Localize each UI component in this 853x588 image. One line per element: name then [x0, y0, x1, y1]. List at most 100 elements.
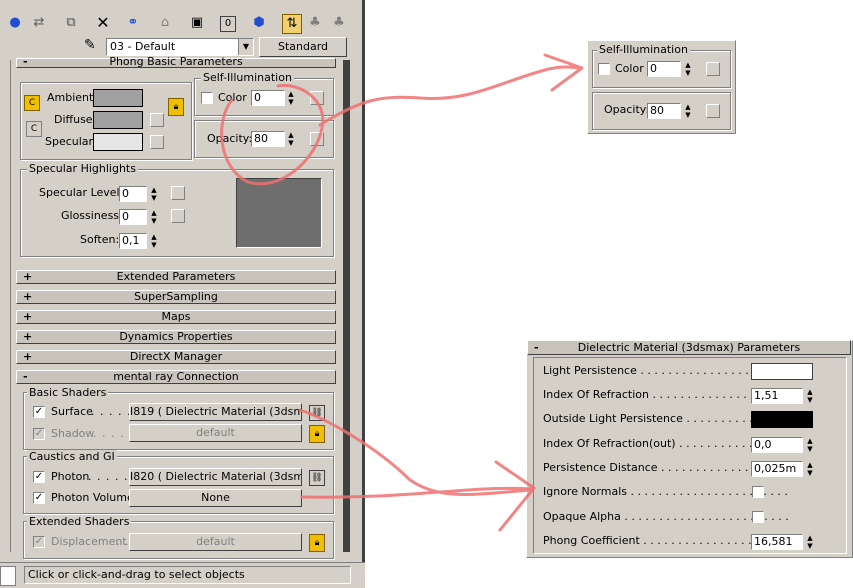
specular-map-button[interactable]	[150, 135, 164, 149]
shadow-shader-button[interactable]: default	[129, 424, 302, 442]
opaque-alpha-checkbox[interactable]	[752, 511, 764, 523]
show-map-icon[interactable]: 0	[220, 16, 236, 32]
rollout-mental-ray-connection[interactable]: - mental ray Connection	[16, 370, 336, 384]
ambient-label: Ambient:	[47, 91, 98, 104]
opacity-label: Opacity:	[207, 132, 253, 145]
soften-label: Soften:	[80, 233, 120, 246]
rollout-phong-basic[interactable]: - Phong Basic Parameters	[16, 55, 336, 68]
opacity-map-button[interactable]	[310, 132, 324, 146]
ignore-normals-checkbox[interactable]	[752, 486, 764, 498]
go-parent-icon[interactable]: ⇅	[282, 14, 302, 34]
scrollbar[interactable]	[343, 60, 350, 552]
photon-volume-checkbox[interactable]: ✓	[33, 492, 45, 504]
assign-material-icon[interactable]: ⧉	[62, 14, 80, 32]
zoom-opacity-arrows[interactable]: ▲ ▼	[683, 103, 693, 119]
material-effects-icon[interactable]: ▣	[188, 14, 206, 32]
zoom-opacity-map-button[interactable]	[706, 104, 720, 118]
rollout-extended-parameters[interactable]: + Extended Parameters	[16, 270, 336, 284]
get-material-icon[interactable]: ●	[6, 14, 24, 32]
dielectric-rollout-header[interactable]: - Dielectric Material (3dsmax) Parameter…	[527, 340, 851, 355]
photon-shader-button[interactable]: I820 ( Dielectric Material (3dsmax) )	[129, 468, 302, 486]
highlight-curve-preview	[236, 178, 322, 248]
photon-checkbox[interactable]: ✓	[33, 471, 45, 483]
eyedropper-icon[interactable]: ✎	[84, 37, 96, 53]
rollout-dynamics-properties[interactable]: + Dynamics Properties	[16, 330, 336, 344]
persistence-distance-label: Persistence Distance . . . . . . . . . .…	[543, 461, 777, 474]
self-illum-spinner-arrows[interactable]: ▲ ▼	[286, 90, 296, 106]
diffuse-map-button[interactable]	[150, 113, 164, 127]
photon-volume-button[interactable]: None	[129, 489, 302, 507]
self-illum-value[interactable]: 0	[251, 90, 285, 106]
rollout-phong-title: Phong Basic Parameters	[109, 55, 243, 68]
zoom-color-checkbox[interactable]	[598, 63, 610, 75]
displacement-lock-icon[interactable]: 🔒︎	[309, 534, 325, 552]
zoom-opacity-value[interactable]: 80	[647, 103, 681, 119]
shadow-checkbox[interactable]: ✓	[33, 428, 45, 440]
make-unique-icon[interactable]: ⚭	[124, 14, 142, 32]
diffuse-lock-button[interactable]: C	[26, 121, 42, 137]
shadow-lock-icon[interactable]: 🔒︎	[309, 425, 325, 443]
persistence-distance-arrows[interactable]: ▲ ▼	[805, 461, 815, 477]
specular-swatch[interactable]	[93, 133, 143, 151]
lock-icon[interactable]: 🔒︎	[168, 98, 184, 116]
diffuse-swatch[interactable]	[93, 111, 143, 129]
self-illum-color-checkbox[interactable]	[201, 92, 213, 104]
background-icon[interactable]: ⬢	[250, 14, 268, 32]
ior-value[interactable]: 1,51	[751, 388, 803, 404]
phong-coefficient-label: Phong Coefficient . . . . . . . . . . . …	[543, 534, 780, 547]
status-text: Click or click-and-drag to select object…	[28, 568, 245, 581]
outside-light-persistence-swatch[interactable]	[751, 411, 813, 428]
soften-arrows[interactable]: ▲ ▼	[149, 233, 159, 249]
surface-checkbox[interactable]: ✓	[33, 406, 45, 418]
chevron-down-icon[interactable]: ▼	[238, 39, 253, 55]
self-illum-map-button[interactable]	[310, 91, 324, 105]
glossiness-value[interactable]: 0	[119, 209, 147, 225]
outside-light-persistence-label: Outside Light Persistence . . . . . . . …	[543, 412, 781, 425]
go-forward-icon[interactable]: ♣	[306, 14, 324, 32]
material-name-field[interactable]: 03 - Default ▼	[106, 38, 254, 56]
light-persistence-label: Light Persistence . . . . . . . . . . . …	[543, 364, 763, 377]
diffuse-label: Diffuse:	[54, 113, 97, 126]
rollout-supersampling[interactable]: + SuperSampling	[16, 290, 336, 304]
persistence-distance-value[interactable]: 0,025m	[751, 461, 803, 477]
rollout-directx-manager[interactable]: + DirectX Manager	[16, 350, 336, 364]
glossiness-arrows[interactable]: ▲ ▼	[149, 209, 159, 225]
put-material-icon[interactable]: ⇄	[30, 14, 48, 32]
specular-level-arrows[interactable]: ▲ ▼	[149, 186, 159, 202]
displacement-shader-button[interactable]: default	[129, 533, 302, 551]
specular-level-label: Specular Level:	[39, 186, 124, 199]
specular-level-map-button[interactable]	[171, 186, 185, 200]
specular-level-value[interactable]: 0	[119, 186, 147, 202]
phong-coefficient-arrows[interactable]: ▲ ▼	[805, 534, 815, 550]
glossiness-map-button[interactable]	[171, 209, 185, 223]
ambient-lock-button[interactable]: C	[24, 95, 40, 111]
ior-arrows[interactable]: ▲ ▼	[805, 388, 815, 404]
opacity-value[interactable]: 80	[251, 131, 285, 147]
zoom-color-map-button[interactable]	[706, 62, 720, 76]
caustics-gi-title: Caustics and GI	[27, 450, 117, 464]
zoom-color-arrows[interactable]: ▲ ▼	[683, 61, 693, 77]
opacity-spinner-arrows[interactable]: ▲ ▼	[286, 131, 296, 147]
sample-uv-icon[interactable]: ♣	[330, 14, 348, 32]
surface-lock-icon[interactable]: ⛓	[309, 405, 325, 421]
rollout-maps[interactable]: + Maps	[16, 310, 336, 324]
light-persistence-swatch[interactable]	[751, 363, 813, 380]
ior-label: Index Of Refraction . . . . . . . . . . …	[543, 388, 768, 401]
ior-out-value[interactable]: 0,0	[751, 437, 803, 453]
material-type-button[interactable]: Standard	[259, 37, 347, 57]
photon-label: Photon	[51, 470, 90, 483]
phong-coefficient-value[interactable]: 16,581	[751, 534, 803, 550]
zoom-color-value[interactable]: 0	[647, 61, 681, 77]
ambient-swatch[interactable]	[93, 89, 143, 107]
specular-label: Specular:	[45, 135, 97, 148]
ior-out-label: Index Of Refraction(out) . . . . . . . .…	[543, 437, 781, 450]
zoom-color-label: Color	[615, 62, 644, 75]
soften-value[interactable]: 0,1	[119, 233, 147, 249]
put-library-icon[interactable]: ⌂	[156, 14, 174, 32]
reset-icon[interactable]: ✕	[94, 14, 112, 32]
displacement-checkbox[interactable]: ✓	[33, 536, 45, 548]
surface-shader-button[interactable]: I819 ( Dielectric Material (3dsmax) )	[129, 403, 302, 421]
shadow-label: Shadow	[51, 427, 95, 440]
photon-lock-icon[interactable]: ⛓	[309, 470, 325, 486]
ior-out-arrows[interactable]: ▲ ▼	[805, 437, 815, 453]
